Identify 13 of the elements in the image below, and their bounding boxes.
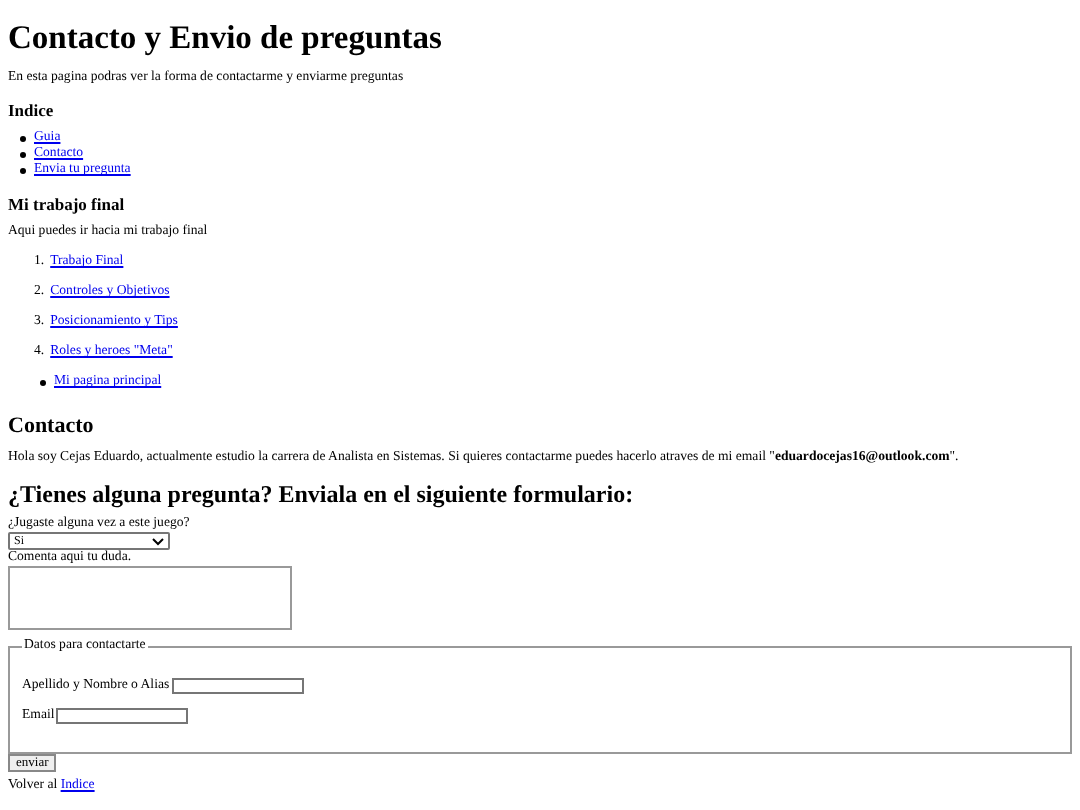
bullet-icon (20, 167, 26, 173)
bullet-icon (40, 379, 46, 385)
bullet-icon (20, 135, 26, 141)
input-field[interactable] (56, 708, 189, 724)
section-heading: Mi trabajo final (8, 194, 127, 214)
section-heading: Indice (8, 100, 56, 120)
form-heading: ¿Tienes alguna pregunta? Enviala en el siguiente formulario: (8, 480, 636, 508)
comment-field[interactable] (8, 566, 292, 630)
bullet-icon (20, 151, 26, 157)
section-heading: Contacto (8, 414, 96, 440)
page-title: Contacto y Envio de preguntas (8, 18, 444, 56)
input-field[interactable] (171, 678, 304, 694)
caret-icon (152, 537, 164, 545)
